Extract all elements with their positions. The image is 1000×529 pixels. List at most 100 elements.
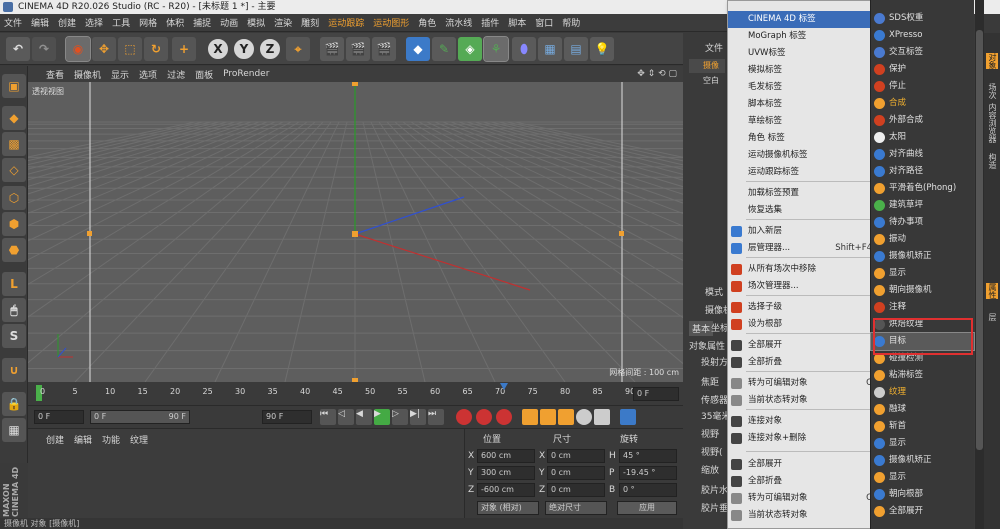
scale-tool-button[interactable]: ⬚ <box>118 37 142 61</box>
menu-animate[interactable]: 动画 <box>220 16 238 29</box>
render-picture-viewer-button[interactable]: 🎬 <box>346 37 370 61</box>
menu-item-motion-camera-tags[interactable]: 运动摄像机标签▸ <box>728 147 884 164</box>
menu-item-current-state-to-object[interactable]: 当前状态转对象 <box>728 392 884 409</box>
tag-menu-item-10[interactable]: 平滑着色(Phong) <box>871 180 974 197</box>
menu-item-sketch-tags[interactable]: 草绘标签▸ <box>728 113 884 130</box>
menu-sculpt[interactable]: 雕刻 <box>301 16 319 29</box>
material-menu-texture[interactable]: 纹理 <box>130 433 148 446</box>
menu-item-restore-selection[interactable]: 恢复选集▸ <box>728 202 884 219</box>
menu-script[interactable]: 脚本 <box>508 16 526 29</box>
menu-item-collapse-all[interactable]: 全部折叠 <box>728 354 884 371</box>
viewport-menu-display[interactable]: 显示 <box>111 68 129 81</box>
goto-end-button[interactable]: ⏭ <box>428 409 444 425</box>
deformer-button[interactable]: ⬮ <box>512 37 536 61</box>
menu-window[interactable]: 窗口 <box>535 16 553 29</box>
menu-item-motion-tracking-tags[interactable]: 运动跟踪标签▸ <box>728 164 884 181</box>
menu-item-simulation-tags[interactable]: 模拟标签▸ <box>728 62 884 79</box>
menu-mograph[interactable]: 运动图形 <box>373 16 409 29</box>
tag-menu-item-8[interactable]: 对齐曲线 <box>871 146 974 163</box>
viewport-menu-prorender[interactable]: ProRender <box>223 69 269 79</box>
tag-menu-item-5[interactable]: 合成 <box>871 95 974 112</box>
next-frame-button[interactable]: ▷ <box>392 409 408 425</box>
texture-mode-button[interactable]: ▩ <box>2 132 26 156</box>
menu-item-load-tag-preset[interactable]: 加载标签预置▸ <box>728 185 884 202</box>
menu-item-select-children[interactable]: 选择子级 <box>728 299 884 316</box>
submenu-scrollbar[interactable] <box>975 0 984 529</box>
subdivision-surface-button[interactable]: ◈ <box>458 37 482 61</box>
tag-menu-item-2[interactable]: 交互标签 <box>871 44 974 61</box>
size-y-field[interactable]: 0 cm <box>547 466 605 480</box>
menu-pipeline[interactable]: 流水线 <box>445 16 472 29</box>
menu-edit[interactable]: 编辑 <box>31 16 49 29</box>
menu-create[interactable]: 创建 <box>58 16 76 29</box>
viewport-menu-panel[interactable]: 面板 <box>195 68 213 81</box>
live-selection-button[interactable]: ◉ <box>65 36 91 62</box>
tag-menu-item-0[interactable]: SDS权重 <box>871 10 974 27</box>
menu-help[interactable]: 帮助 <box>562 16 580 29</box>
menu-character[interactable]: 角色 <box>418 16 436 29</box>
tag-menu-item-21[interactable]: 粘滞标签 <box>871 367 974 384</box>
cube-object-button[interactable]: ◆ <box>406 37 430 61</box>
timeline-end-field[interactable]: 0 F <box>633 387 679 401</box>
scrollbar-thumb[interactable] <box>976 30 983 450</box>
viewport-menu-filter[interactable]: 过滤 <box>167 68 185 81</box>
tag-menu-item-29[interactable]: 全部展开 <box>871 503 974 520</box>
right-tab-takes[interactable]: 场次 <box>986 83 998 99</box>
end-frame-field[interactable]: 90 F <box>262 410 312 424</box>
object-list-item-camera[interactable]: 摄像 <box>689 59 725 73</box>
menu-item-collapse-all-2[interactable]: 全部折叠 <box>728 473 884 490</box>
menu-item-take-manager[interactable]: 场次管理器... <box>728 278 884 295</box>
right-tab-content-browser[interactable]: 内容浏览器 <box>986 103 998 143</box>
material-menu-edit[interactable]: 编辑 <box>74 433 92 446</box>
pos-z-field[interactable]: -600 cm <box>477 483 535 497</box>
size-z-field[interactable]: 0 cm <box>547 483 605 497</box>
magnet-button[interactable]: ∪ <box>2 358 26 382</box>
redo-button[interactable]: ↷ <box>32 37 56 61</box>
tag-menu-item-17[interactable]: 注释 <box>871 299 974 316</box>
size-mode-dropdown[interactable]: 绝对尺寸 <box>545 501 607 515</box>
menu-item-make-editable-2[interactable]: 转为可编辑对象C <box>728 490 884 507</box>
tag-menu-item-27[interactable]: 显示 <box>871 469 974 486</box>
lock-workplane-button[interactable]: 🔒 <box>2 392 26 416</box>
tweak-mode-button[interactable]: 🖱 <box>2 298 26 322</box>
x-axis-lock-button[interactable]: X <box>206 37 230 61</box>
menu-item-layer-manager[interactable]: 层管理器... Shift+F4 <box>728 240 884 257</box>
tag-menu-item-13[interactable]: 振动 <box>871 231 974 248</box>
tag-menu-item-15[interactable]: 显示 <box>871 265 974 282</box>
right-tab-layers[interactable]: 层 <box>986 313 998 321</box>
polygons-mode-button[interactable]: ⬣ <box>2 238 26 262</box>
tag-menu-item-3[interactable]: 保护 <box>871 61 974 78</box>
menu-file[interactable]: 文件 <box>4 16 22 29</box>
menu-item-set-as-root[interactable]: 设为根部 <box>728 316 884 333</box>
render-view-button[interactable]: 🎬 <box>320 37 344 61</box>
menu-item-character-tags[interactable]: 角色 标签▸ <box>728 130 884 147</box>
timeline-ruler[interactable]: 0 5 10 15 20 25 30 35 40 45 50 55 60 65 70 75 80 85 90 0 F <box>28 383 683 405</box>
right-tab-objects[interactable]: 对象 <box>986 53 998 69</box>
material-menu-create[interactable]: 创建 <box>46 433 64 446</box>
tag-menu-item-11[interactable]: 建筑草坪 <box>871 197 974 214</box>
menu-item-mograph-tags[interactable]: MoGraph 标签▸ <box>728 28 884 45</box>
tag-menu-item-6[interactable]: 外部合成 <box>871 112 974 129</box>
start-frame-field[interactable]: 0 F <box>34 410 84 424</box>
tag-menu-item-16[interactable]: 朝向摄像机 <box>871 282 974 299</box>
tag-menu-item-22[interactable]: 纹理 <box>871 384 974 401</box>
planar-workplane-button[interactable]: ▦ <box>2 418 26 442</box>
menu-item-cinema4d-tags[interactable]: CINEMA 4D 标签▸ <box>728 11 884 28</box>
attr-tab-basic[interactable]: 基本 <box>689 321 714 336</box>
tag-menu-item-25[interactable]: 显示 <box>871 435 974 452</box>
coord-mode-dropdown[interactable]: 对象 (相对) <box>477 501 539 515</box>
viewport-menu-options[interactable]: 选项 <box>139 68 157 81</box>
menu-item-remove-from-all-takes[interactable]: 从所有场次中移除 <box>728 261 884 278</box>
edit-render-settings-button[interactable]: 🎬 <box>372 37 396 61</box>
undo-button[interactable]: ↶ <box>6 37 30 61</box>
rot-p-field[interactable]: -19.45 ° <box>619 466 677 480</box>
menu-item-uvw-tags[interactable]: UVW标签▸ <box>728 45 884 62</box>
prev-frame-button[interactable]: ◀ <box>356 409 372 425</box>
prev-key-button[interactable]: ◁ <box>338 409 354 425</box>
menu-tools[interactable]: 工具 <box>112 16 130 29</box>
pen-spline-button[interactable]: ✎ <box>432 37 456 61</box>
tag-menu-item-4[interactable]: 停止 <box>871 78 974 95</box>
viewport-menu-view[interactable]: 查看 <box>46 68 64 81</box>
object-null-label[interactable]: 空白 <box>703 75 719 86</box>
material-menu-function[interactable]: 功能 <box>102 433 120 446</box>
